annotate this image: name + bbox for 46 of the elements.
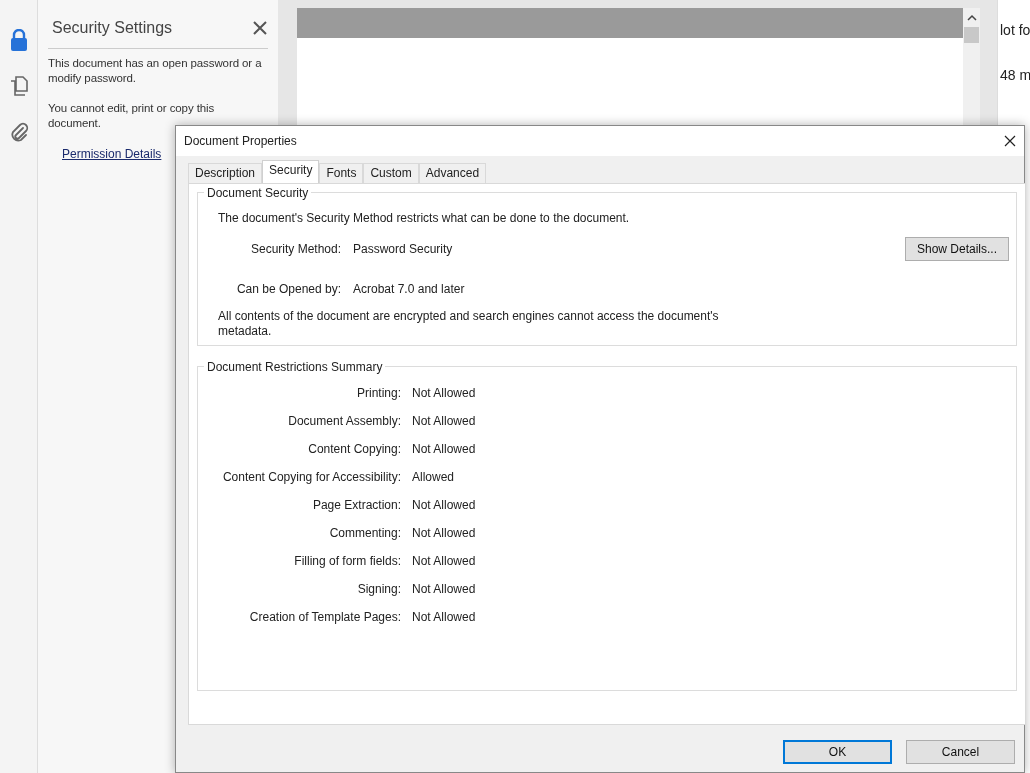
field-value: Acrobat 7.0 and later [353, 281, 465, 298]
restriction-label: Document Assembly: [287, 413, 402, 430]
tab[interactable]: Security [262, 160, 320, 183]
panel-text: 48 m [1000, 66, 1030, 85]
restriction-label: Signing: [356, 581, 402, 598]
restriction-value: Not Allowed [412, 581, 476, 598]
restriction-value: Not Allowed [412, 525, 476, 542]
ok-button[interactable]: OK [783, 740, 892, 764]
permission-details-link[interactable]: Permission Details [62, 145, 162, 163]
restriction-label: Creation of Template Pages: [248, 609, 402, 626]
paperclip-icon [8, 122, 29, 142]
panel-title: Security Settings [52, 18, 173, 38]
restriction-value: Not Allowed [412, 385, 476, 402]
scroll-thumb[interactable] [964, 27, 979, 43]
cancel-button[interactable]: Cancel [906, 740, 1015, 764]
restriction-value: Not Allowed [412, 553, 476, 570]
tab[interactable]: Custom [363, 163, 419, 183]
scroll-up-icon[interactable] [966, 14, 977, 22]
field-label: Can be Opened by: [235, 281, 342, 298]
restriction-label: Printing: [355, 385, 402, 402]
note-text: All contents of the document are encrypted and search engines cannot access the document's metadata. [218, 309, 720, 339]
restriction-label: Content Copying: [307, 441, 402, 458]
restriction-value: Allowed [412, 469, 455, 486]
panel-text: lot fo [1000, 21, 1030, 40]
restriction-label: Filling of form fields: [293, 553, 402, 570]
panel-text: You cannot edit, print or copy this document. [48, 101, 216, 131]
lock-icon [9, 29, 28, 51]
close-button[interactable] [1004, 135, 1016, 147]
restriction-label: Page Extraction: [311, 497, 402, 514]
tab[interactable]: Description [188, 163, 263, 183]
panel-text: This document has an open password or a modify password. [48, 56, 263, 86]
tab[interactable]: Fonts [319, 163, 364, 183]
field-value: Password Security [353, 241, 453, 258]
field-label: Security Method: [249, 241, 342, 258]
dialog-title: Document Properties [184, 133, 297, 150]
restriction-value: Not Allowed [412, 497, 476, 514]
restriction-value: Not Allowed [412, 441, 476, 458]
restriction-value: Not Allowed [412, 609, 476, 626]
restriction-value: Not Allowed [412, 413, 476, 430]
description-text: The document's Security Method restricts what can be done to the document. [218, 210, 631, 227]
pages-icon [9, 76, 28, 96]
restriction-label: Content Copying for Accessibility: [221, 469, 402, 486]
tab[interactable]: Advanced [418, 163, 487, 183]
show-details-button[interactable]: Show Details... [905, 237, 1009, 261]
restriction-label: Commenting: [328, 525, 402, 542]
close-button[interactable] [252, 20, 268, 36]
